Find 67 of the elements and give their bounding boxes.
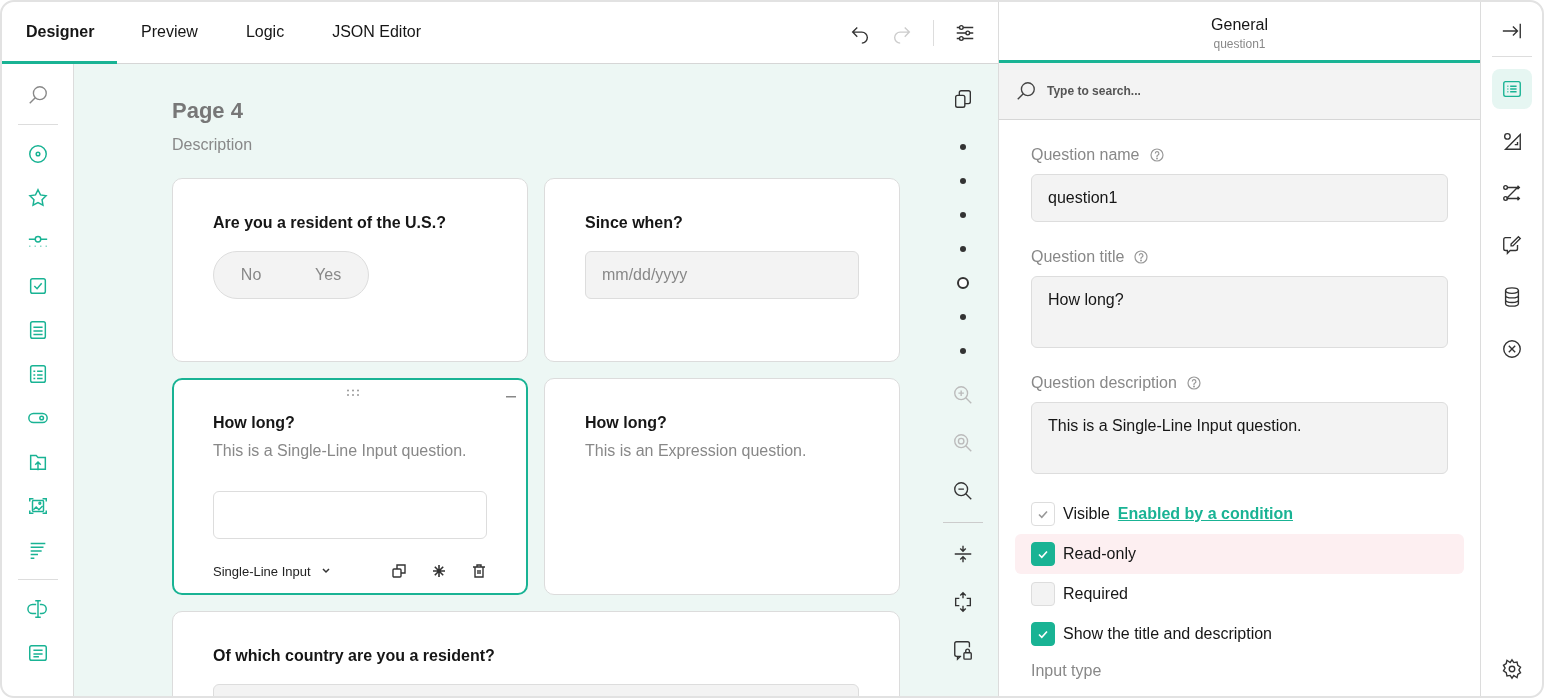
- delete-icon[interactable]: [471, 563, 487, 579]
- field-label: Question description: [1031, 374, 1177, 392]
- tab[interactable]: Logic: [221, 2, 309, 64]
- text-icon[interactable]: [26, 598, 49, 620]
- image-icon[interactable]: [26, 495, 49, 517]
- checkbox-label: Read-only: [1063, 545, 1136, 563]
- collapse-all-icon[interactable]: [952, 543, 974, 565]
- help-icon[interactable]: [1149, 148, 1164, 162]
- page-navigator-dot[interactable]: [960, 314, 966, 320]
- question-type-dropdown[interactable]: Single-Line Input: [213, 563, 331, 579]
- question-card[interactable]: How long? This is a Single-Line Input question. Single-Line Input: [172, 378, 528, 595]
- validation-icon: [1500, 234, 1523, 256]
- field-label: Input type: [1031, 662, 1102, 680]
- checkbox-label: Required: [1063, 585, 1128, 603]
- settings-icon[interactable]: [1500, 658, 1523, 680]
- comment-icon[interactable]: [26, 642, 49, 664]
- drag-handle-icon[interactable]: [346, 389, 360, 397]
- panel-subtitle: question1: [1213, 36, 1266, 51]
- page-navigator-dot[interactable]: [960, 144, 966, 150]
- page-navigator-dot[interactable]: [960, 178, 966, 184]
- caret-icon: [320, 568, 331, 574]
- question-description: This is a Single-Line Input question.: [213, 441, 468, 461]
- checkbox[interactable]: [1031, 542, 1055, 566]
- checkbox-label: Show the title and description: [1063, 625, 1272, 643]
- tab[interactable]: JSON Editor: [308, 2, 446, 64]
- page-navigator-dot[interactable]: [960, 212, 966, 218]
- zoom-out-icon[interactable]: [952, 480, 974, 502]
- question-card[interactable]: Since when? mm/dd/yyyy: [544, 178, 900, 362]
- page-navigator-dot[interactable]: [960, 246, 966, 252]
- question-title: Are you a resident of the U.S.?: [213, 213, 447, 233]
- help-icon[interactable]: [1186, 376, 1201, 390]
- search-icon: [1015, 80, 1037, 102]
- duplicate-icon[interactable]: [391, 563, 407, 579]
- help-icon[interactable]: [1134, 250, 1149, 264]
- checkbox[interactable]: [1031, 622, 1055, 646]
- clear-icon: [1500, 338, 1523, 360]
- duplicate-page-icon[interactable]: [952, 88, 974, 110]
- text-area[interactable]: How long?: [1031, 276, 1448, 348]
- text-input-field[interactable]: [213, 491, 487, 539]
- logic-icon: [1500, 182, 1523, 204]
- field-label: Question title: [1031, 248, 1125, 266]
- tab[interactable]: Preview: [117, 2, 222, 64]
- question-title: Since when?: [585, 213, 684, 233]
- page-title: Page 4: [172, 98, 244, 124]
- field-label: Question name: [1031, 146, 1140, 164]
- question-description: This is an Expression question.: [585, 441, 808, 461]
- date-field[interactable]: mm/dd/yyyy: [585, 251, 859, 299]
- search-field[interactable]: Type to search...: [1045, 83, 1349, 99]
- question-card[interactable]: Of which country are you a resident?: [172, 611, 900, 696]
- expand-all-icon[interactable]: [952, 591, 974, 613]
- checkbox-label: Visible: [1063, 505, 1110, 523]
- radio-icon[interactable]: [26, 143, 49, 165]
- lock-icon[interactable]: [952, 639, 974, 661]
- question-title: How long?: [585, 413, 668, 433]
- required-icon[interactable]: [431, 563, 447, 579]
- text-area[interactable]: This is a Single-Line Input question.: [1031, 402, 1448, 474]
- text-field[interactable]: question1: [1031, 174, 1448, 222]
- question-title: Of which country are you a resident?: [213, 646, 496, 666]
- page-description: Description: [172, 136, 254, 154]
- general-icon: [1500, 78, 1523, 100]
- general-tab[interactable]: [1491, 69, 1532, 109]
- rating-icon[interactable]: [26, 187, 49, 209]
- page-navigator-dot[interactable]: [960, 348, 966, 354]
- panel-title: General: [1211, 15, 1268, 34]
- page-navigator-dot[interactable]: [957, 277, 969, 289]
- question-card[interactable]: How long? This is an Expression question.: [544, 378, 900, 595]
- question-title: How long?: [213, 413, 296, 433]
